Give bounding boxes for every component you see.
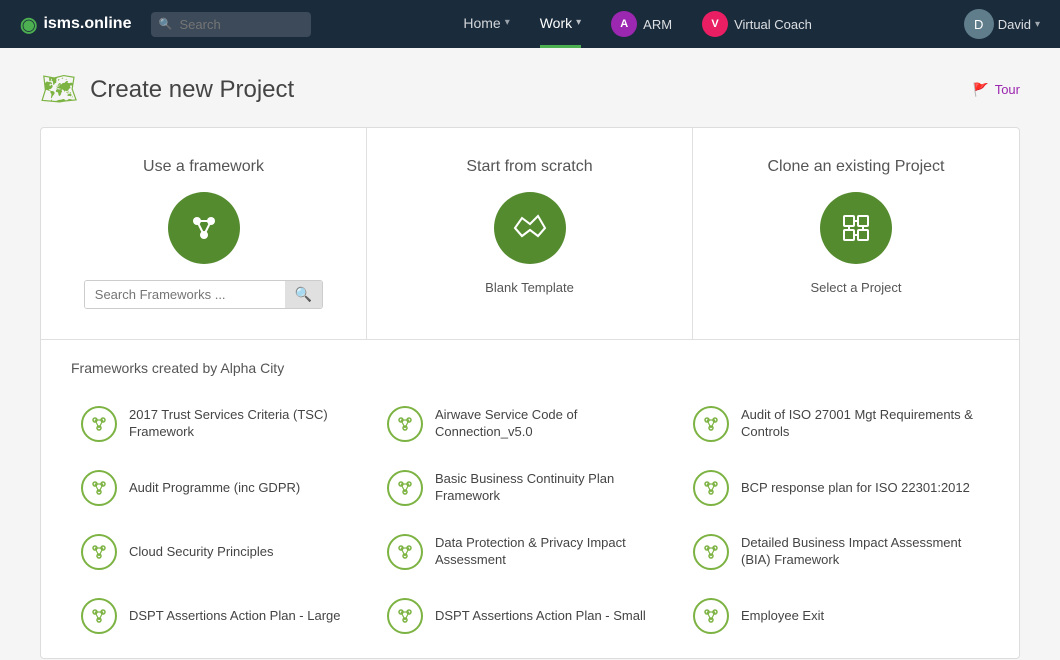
navbar: ◉ isms.online Home ▾ Work ▾ A ARM V Virt… <box>0 0 1060 48</box>
list-item[interactable]: BCP response plan for ISO 22301:2012 <box>683 456 989 520</box>
option-title-framework: Use a framework <box>143 158 264 176</box>
avatar: D <box>964 9 994 39</box>
user-label: David <box>998 17 1031 32</box>
page-title: 🗺 Create new Project <box>40 72 294 107</box>
nav-left: ◉ isms.online <box>20 12 311 37</box>
option-use-framework: Use a framework 🔍 <box>41 128 367 339</box>
nav-arm[interactable]: A ARM <box>611 11 672 37</box>
list-item[interactable]: 2017 Trust Services Criteria (TSC) Frame… <box>71 392 377 456</box>
framework-item-name: BCP response plan for ISO 22301:2012 <box>741 480 970 497</box>
framework-item-icon <box>387 470 423 506</box>
logo: ◉ isms.online <box>20 12 131 37</box>
framework-item-icon <box>81 598 117 634</box>
arm-badge-icon: A <box>611 11 637 37</box>
framework-item-icon <box>81 470 117 506</box>
list-item[interactable]: Data Protection & Privacy Impact Assessm… <box>377 520 683 584</box>
flag-icon: 🚩 <box>973 82 989 98</box>
framework-item-name: Basic Business Continuity Plan Framework <box>435 471 673 505</box>
list-item[interactable]: Basic Business Continuity Plan Framework <box>377 456 683 520</box>
nav-work[interactable]: Work ▾ <box>540 0 581 48</box>
option-scratch: Start from scratch Blank Template <box>367 128 693 339</box>
nav-right: D David ▾ <box>964 9 1040 39</box>
list-item[interactable]: Audit of ISO 27001 Mgt Requirements & Co… <box>683 392 989 456</box>
options-row: Use a framework 🔍 Start from scratch <box>41 128 1019 340</box>
framework-item-icon <box>693 534 729 570</box>
framework-item-name: Data Protection & Privacy Impact Assessm… <box>435 535 673 569</box>
framework-item-name: Employee Exit <box>741 608 824 625</box>
framework-item-icon <box>387 406 423 442</box>
framework-item-icon <box>387 534 423 570</box>
option-title-scratch: Start from scratch <box>466 158 592 176</box>
page-header: 🗺 Create new Project 🚩 Tour <box>0 48 1060 127</box>
framework-item-name: Detailed Business Impact Assessment (BIA… <box>741 535 979 569</box>
list-item[interactable]: Airwave Service Code of Connection_v5.0 <box>377 392 683 456</box>
frameworks-section: Frameworks created by Alpha City 2017 Tr… <box>41 340 1019 658</box>
framework-item-name: Audit of ISO 27001 Mgt Requirements & Co… <box>741 407 979 441</box>
framework-item-icon <box>693 406 729 442</box>
select-project-icon[interactable] <box>820 192 892 264</box>
search-wrapper <box>151 12 311 37</box>
framework-item-name: Airwave Service Code of Connection_v5.0 <box>435 407 673 441</box>
blank-template-label: Blank Template <box>485 280 574 295</box>
list-item[interactable]: Employee Exit <box>683 584 989 648</box>
option-clone: Clone an existing Project Select a Proje… <box>693 128 1019 339</box>
nav-center: Home ▾ Work ▾ A ARM V Virtual Coach <box>463 0 812 48</box>
framework-item-name: 2017 Trust Services Criteria (TSC) Frame… <box>129 407 367 441</box>
vc-badge-icon: V <box>702 11 728 37</box>
nav-virtual-coach[interactable]: V Virtual Coach <box>702 11 812 37</box>
list-item[interactable]: DSPT Assertions Action Plan - Small <box>377 584 683 648</box>
framework-search-input[interactable] <box>85 281 285 308</box>
chevron-down-icon: ▾ <box>505 17 510 28</box>
list-item[interactable]: Audit Programme (inc GDPR) <box>71 456 377 520</box>
frameworks-grid: 2017 Trust Services Criteria (TSC) Frame… <box>71 392 989 648</box>
nav-home[interactable]: Home ▾ <box>463 0 509 48</box>
logo-text: isms.online <box>43 15 131 33</box>
search-input[interactable] <box>151 12 311 37</box>
frameworks-section-title: Frameworks created by Alpha City <box>71 360 989 376</box>
chevron-down-icon: ▾ <box>576 17 581 28</box>
list-item[interactable]: Cloud Security Principles <box>71 520 377 584</box>
select-project-label: Select a Project <box>810 280 901 295</box>
framework-item-name: DSPT Assertions Action Plan - Small <box>435 608 646 625</box>
option-title-clone: Clone an existing Project <box>768 158 945 176</box>
framework-search-button[interactable]: 🔍 <box>285 281 322 308</box>
logo-icon: ◉ <box>20 12 37 37</box>
framework-item-name: Audit Programme (inc GDPR) <box>129 480 300 497</box>
main-card: Use a framework 🔍 Start from scratch <box>40 127 1020 659</box>
tour-button[interactable]: 🚩 Tour <box>973 82 1020 98</box>
framework-item-icon <box>81 534 117 570</box>
framework-item-icon <box>387 598 423 634</box>
framework-item-icon <box>693 470 729 506</box>
list-item[interactable]: DSPT Assertions Action Plan - Large <box>71 584 377 648</box>
map-icon: 🗺 <box>40 72 78 107</box>
framework-item-name: DSPT Assertions Action Plan - Large <box>129 608 340 625</box>
framework-icon[interactable] <box>168 192 240 264</box>
framework-item-icon <box>81 406 117 442</box>
blank-template-icon[interactable] <box>494 192 566 264</box>
user-menu[interactable]: D David ▾ <box>964 9 1040 39</box>
framework-item-name: Cloud Security Principles <box>129 544 274 561</box>
search-framework: 🔍 <box>84 280 323 309</box>
framework-item-icon <box>693 598 729 634</box>
list-item[interactable]: Detailed Business Impact Assessment (BIA… <box>683 520 989 584</box>
chevron-down-icon: ▾ <box>1035 19 1040 30</box>
